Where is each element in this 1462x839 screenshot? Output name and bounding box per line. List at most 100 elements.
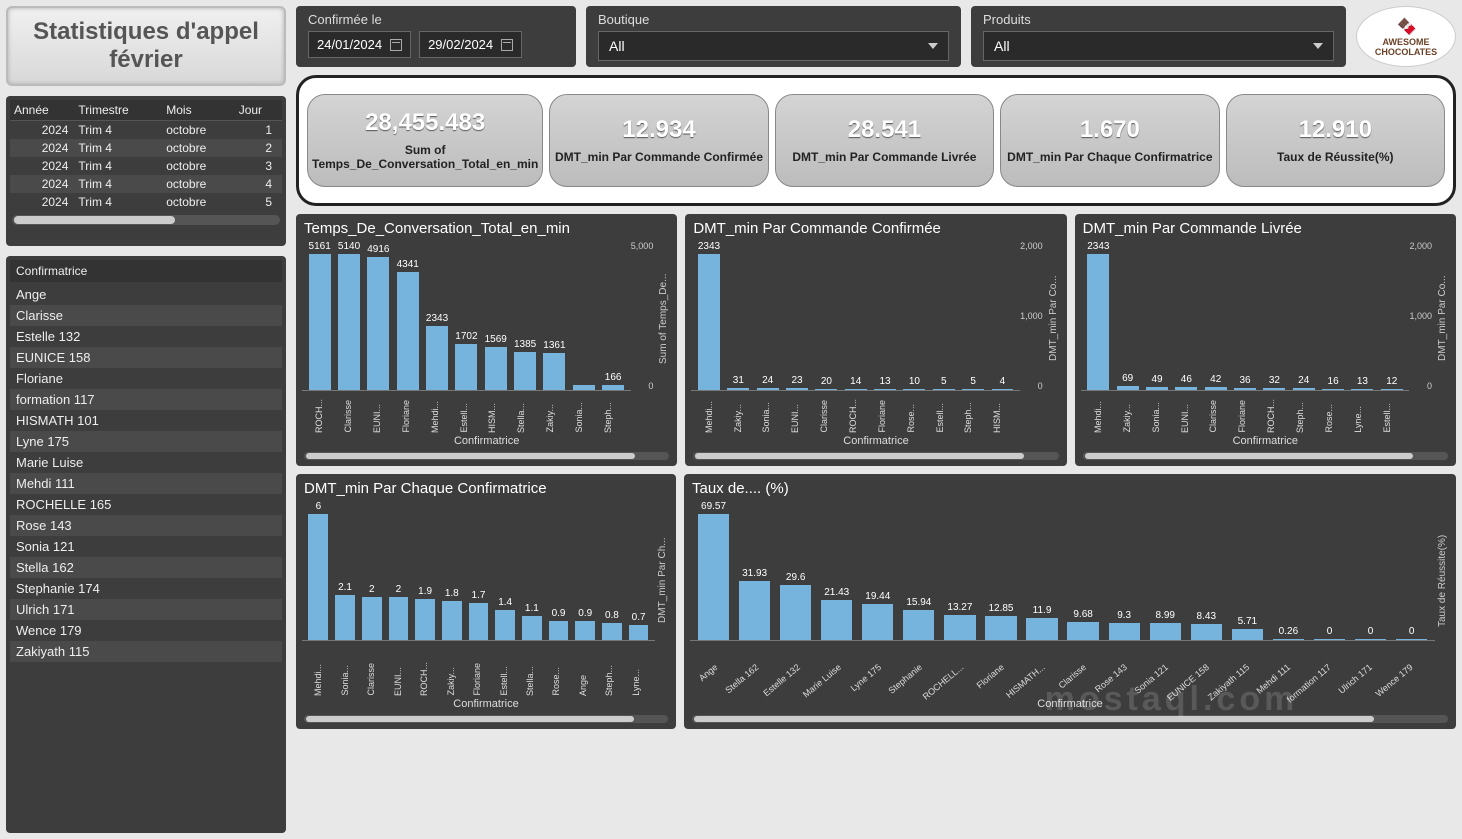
slicer-item[interactable]: Wence 179 [10, 620, 282, 641]
slicer-item[interactable]: Rose 143 [10, 515, 282, 536]
bar[interactable] [397, 272, 419, 390]
chart-scrollbar[interactable] [304, 452, 669, 460]
slicer-item[interactable]: Stephanie 174 [10, 578, 282, 599]
table-row[interactable]: 2024Trim 4octobre3 [10, 157, 282, 175]
col-header[interactable]: Jour [235, 100, 282, 121]
bar[interactable] [514, 352, 536, 390]
boutique-dropdown[interactable]: All [598, 31, 949, 61]
bar[interactable] [389, 597, 409, 640]
bar[interactable] [1322, 389, 1344, 390]
bar[interactable] [602, 385, 624, 389]
confirmatrice-slicer[interactable]: Confirmatrice AngeClarisseEstelle 132EUN… [6, 256, 286, 833]
bar[interactable] [992, 389, 1014, 390]
produits-dropdown[interactable]: All [983, 31, 1334, 61]
col-header[interactable]: Année [10, 100, 74, 121]
date-end-input[interactable]: 29/02/2024 [419, 31, 522, 58]
chart-c1[interactable]: Temps_De_Conversation_Total_en_min516151… [296, 214, 677, 466]
bar[interactable] [362, 597, 382, 640]
bar[interactable] [469, 603, 489, 639]
bar[interactable] [903, 610, 934, 640]
slicer-item[interactable]: Mehdi 111 [10, 473, 282, 494]
slicer-item[interactable]: Sonia 121 [10, 536, 282, 557]
table-row[interactable]: 2024Trim 4octobre1 [10, 121, 282, 140]
slicer-item[interactable]: Stella 162 [10, 557, 282, 578]
slicer-item[interactable]: Ulrich 171 [10, 599, 282, 620]
bar[interactable] [1293, 388, 1315, 389]
bar[interactable] [815, 389, 837, 390]
slicer-item[interactable]: Clarisse [10, 305, 282, 326]
bar[interactable] [1396, 639, 1427, 640]
bar[interactable] [862, 604, 893, 640]
bar[interactable] [1273, 639, 1304, 640]
bar[interactable] [1150, 623, 1181, 640]
slicer-item[interactable]: Marie Luise [10, 452, 282, 473]
bar[interactable] [335, 595, 355, 640]
bar[interactable] [549, 621, 569, 640]
bar[interactable] [575, 621, 595, 640]
bar[interactable] [495, 610, 515, 640]
bar[interactable] [786, 388, 808, 389]
bar[interactable] [415, 599, 435, 640]
chart-scrollbar[interactable] [1083, 452, 1448, 460]
bar[interactable] [1146, 387, 1168, 390]
bar[interactable] [845, 389, 867, 390]
date-table[interactable]: AnnéeTrimestreMoisJour 2024Trim 4octobre… [6, 96, 286, 246]
slicer-item[interactable]: HISMATH 101 [10, 410, 282, 431]
slicer-item[interactable]: Floriane [10, 368, 282, 389]
bar[interactable] [1087, 254, 1109, 390]
date-start-input[interactable]: 24/01/2024 [308, 31, 411, 58]
bar[interactable] [1067, 622, 1098, 640]
slicer-item[interactable]: EUNICE 158 [10, 347, 282, 368]
slicer-item[interactable]: Lyne 175 [10, 431, 282, 452]
slicer-item[interactable]: Zakiyath 115 [10, 641, 282, 662]
bar[interactable] [1026, 618, 1057, 640]
chart-scrollbar[interactable] [304, 715, 668, 723]
bar[interactable] [367, 257, 389, 390]
bar[interactable] [821, 600, 852, 640]
bar[interactable] [455, 344, 477, 390]
bar[interactable] [629, 625, 649, 640]
bar[interactable] [1234, 388, 1256, 390]
bar[interactable] [602, 623, 622, 640]
bar[interactable] [1117, 386, 1139, 390]
bar[interactable] [1205, 387, 1227, 390]
chart-c4[interactable]: DMT_min Par Chaque Confirmatrice62.1221.… [296, 474, 676, 729]
bar[interactable] [698, 514, 729, 640]
chart-scrollbar[interactable] [693, 452, 1058, 460]
bar[interactable] [309, 254, 331, 390]
bar[interactable] [757, 388, 779, 389]
bar[interactable] [698, 254, 720, 390]
bar[interactable] [308, 514, 328, 640]
bar[interactable] [944, 615, 975, 640]
bar[interactable] [1314, 639, 1345, 640]
bar[interactable] [933, 389, 955, 390]
bar[interactable] [1191, 624, 1222, 640]
bar[interactable] [780, 585, 811, 640]
bar[interactable] [485, 347, 507, 390]
chart-c5[interactable]: Taux de.... (%)69.5731.9329.621.4319.441… [684, 474, 1456, 729]
bar[interactable] [739, 581, 770, 640]
date-table-scrollbar[interactable] [12, 215, 280, 225]
slicer-item[interactable]: ROCHELLE 165 [10, 494, 282, 515]
bar[interactable] [903, 389, 925, 390]
table-row[interactable]: 2024Trim 4octobre5 [10, 193, 282, 211]
bar[interactable] [543, 353, 565, 390]
table-row[interactable]: 2024Trim 4octobre4 [10, 175, 282, 193]
bar[interactable] [338, 254, 360, 390]
bar[interactable] [1232, 629, 1263, 640]
slicer-item[interactable]: Estelle 132 [10, 326, 282, 347]
chart-scrollbar[interactable] [692, 715, 1448, 723]
col-header[interactable]: Mois [162, 100, 234, 121]
bar[interactable] [1351, 389, 1373, 390]
chart-c3[interactable]: DMT_min Par Commande Livrée2343694946423… [1075, 214, 1456, 466]
bar[interactable] [426, 326, 448, 389]
bar[interactable] [1381, 389, 1403, 390]
bar[interactable] [1175, 387, 1197, 390]
bar[interactable] [1109, 623, 1140, 640]
bar[interactable] [442, 601, 462, 639]
bar[interactable] [874, 389, 896, 390]
table-row[interactable]: 2024Trim 4octobre2 [10, 139, 282, 157]
bar[interactable] [985, 616, 1016, 640]
bar[interactable] [727, 388, 749, 390]
slicer-item[interactable]: formation 117 [10, 389, 282, 410]
